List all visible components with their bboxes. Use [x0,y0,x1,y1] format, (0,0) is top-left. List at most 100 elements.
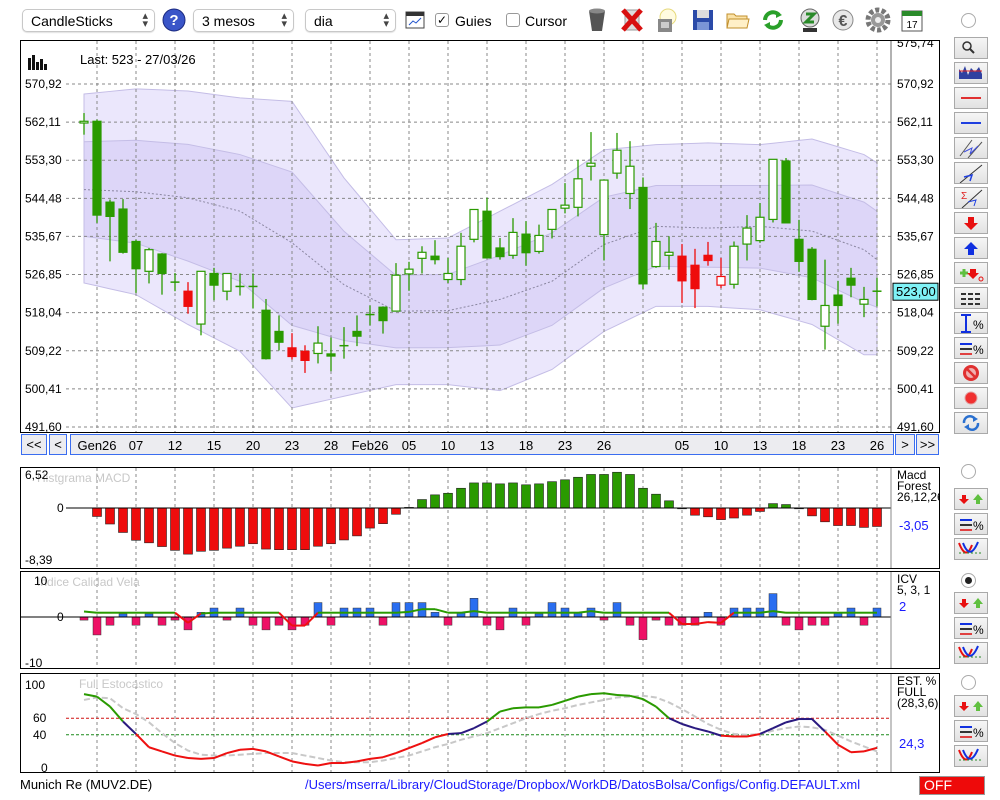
chart-window-icon[interactable] [402,7,428,33]
macd-bar [807,507,817,517]
chart-type-value: CandleSticks [31,13,113,29]
add-signal-button[interactable] [954,262,988,284]
candle-body [820,304,830,327]
macd-bar [742,507,752,516]
date-label: 20 [245,438,261,453]
price-chart-panel[interactable]: 570,92 570,92 562,11 562,11 553,30 553,30 544,… [20,40,940,433]
dashes-button[interactable] [954,287,988,309]
lines-percent-icon: % [960,726,984,740]
candle-body [586,162,596,167]
panel-radio-macd[interactable] [961,464,976,479]
red-line-button[interactable] [954,87,988,109]
guides-label: Guies [455,13,492,29]
recycle-icon[interactable] [797,7,823,33]
panel-radio-stochastic[interactable] [961,675,976,690]
stoch-k-segment [850,750,865,754]
trash-icon[interactable] [584,7,610,33]
channel-button[interactable] [954,137,988,159]
icv-bar [378,616,388,626]
mode-label: OFF [924,777,952,793]
candle-body [482,210,492,259]
macd-bar [222,507,232,549]
stoch-k-segment [772,721,787,730]
trend-line-button[interactable] [954,162,988,184]
candle-body [157,253,167,275]
lines-percent-button[interactable]: % [954,337,988,359]
macd-oscillator-curve-button[interactable] [954,538,988,560]
calendar-icon[interactable]: 17 [899,7,925,33]
arrow-up-button[interactable] [954,237,988,259]
help-icon[interactable]: ? [161,7,187,33]
chart-type-select[interactable]: CandleSticks ▴ ▾ [22,9,155,32]
macd-signal-arrows-button[interactable] [954,488,988,510]
stochastic-oscillator-curve-button[interactable] [954,745,988,767]
record-button[interactable] [954,387,988,409]
macd-bar [157,507,167,547]
arrow-down-button[interactable] [954,212,988,234]
stop-button[interactable] [954,362,988,384]
price-label-right: 509,22 [897,344,934,358]
mode-indicator[interactable]: OFF [919,776,985,795]
signal-arrows-icon [959,701,983,711]
macd-bar [391,507,401,515]
zoom-button[interactable] [954,37,988,59]
macd-bar [183,507,193,555]
svg-text:%: % [973,318,984,332]
icv-lines-percent-button[interactable]: % [954,617,988,639]
euro-icon[interactable]: € [830,7,856,33]
last-page-button[interactable]: >> [916,434,939,455]
icv-panel[interactable]: Indice Calidad Vela 10 0 -10 ICV 5, 3, 1 2 [20,571,940,669]
icv-signal-arrows-button[interactable] [954,592,988,614]
trend-line-icon [959,164,983,183]
macd-bar [261,507,271,550]
stoch-k-segment [460,727,475,735]
gear-icon[interactable] [865,7,891,33]
candle-body [352,330,362,337]
stoch-k-segment [655,705,670,719]
stochastic-lines-percent-button[interactable]: % [954,720,988,742]
sigma-trend-button[interactable]: Σ [954,187,988,209]
interval-select[interactable]: dia ▴ ▾ [305,9,396,32]
config-path-link[interactable]: /Users/mserra/Library/CloudStorage/Dropb… [305,777,860,792]
delete-icon[interactable] [619,7,645,33]
macd-bar [144,507,154,544]
channel-icon [959,139,983,158]
mini-chart-button[interactable] [954,62,988,84]
refresh-button[interactable] [954,412,988,434]
next-page-button[interactable]: > [895,434,915,455]
price-label-right: 570,92 [897,77,934,91]
period-select[interactable]: 3 mesos ▴ ▾ [193,9,294,32]
prev-page-button[interactable]: < [49,434,67,455]
icv-bar [404,602,414,618]
price-label-right: 526,85 [897,268,934,282]
height-percent-button[interactable]: % [954,312,988,334]
blue-line-button[interactable] [954,112,988,134]
stoch-k-segment [252,747,267,753]
panel-radio-main[interactable] [961,13,976,28]
candle-body [105,201,115,218]
stochastic-signal-arrows-button[interactable] [954,695,988,717]
icv-oscillator-curve-button[interactable] [954,642,988,664]
candle-body [612,149,622,174]
macd-panel[interactable]: Histgrama MACD 6,52 0 -8,39 Macd Forest 26,… [20,467,940,569]
stoch-k-segment [122,720,137,735]
save-icon[interactable] [690,7,716,33]
folder-icon[interactable] [725,7,751,33]
macd-bar [521,484,531,509]
date-axis[interactable]: Gen26 07 12 15 20 23 28 Feb26 05 10 13 18 23 26 05 10 13… [70,434,894,455]
stoch-k-segment [174,754,189,760]
cursor-checkbox[interactable] [506,13,520,27]
macd-lines-percent-button[interactable]: % [954,513,988,535]
candle-body [625,165,635,195]
macd-bar [274,507,284,550]
first-page-button[interactable]: << [21,434,47,455]
candle-body [300,350,310,361]
refresh-icon[interactable] [760,7,786,33]
lamp-icon[interactable] [653,7,679,33]
stochastic-panel[interactable]: Full Estocastico 100 60 40 0 EST. % FULL (28… [20,673,940,773]
guides-checkbox[interactable]: ✓ [435,13,449,27]
icv-bar [131,616,141,626]
panel-radio-icv[interactable] [961,573,976,588]
price-label-left: 526,85 [25,268,62,282]
stoch-k-segment [226,748,241,755]
